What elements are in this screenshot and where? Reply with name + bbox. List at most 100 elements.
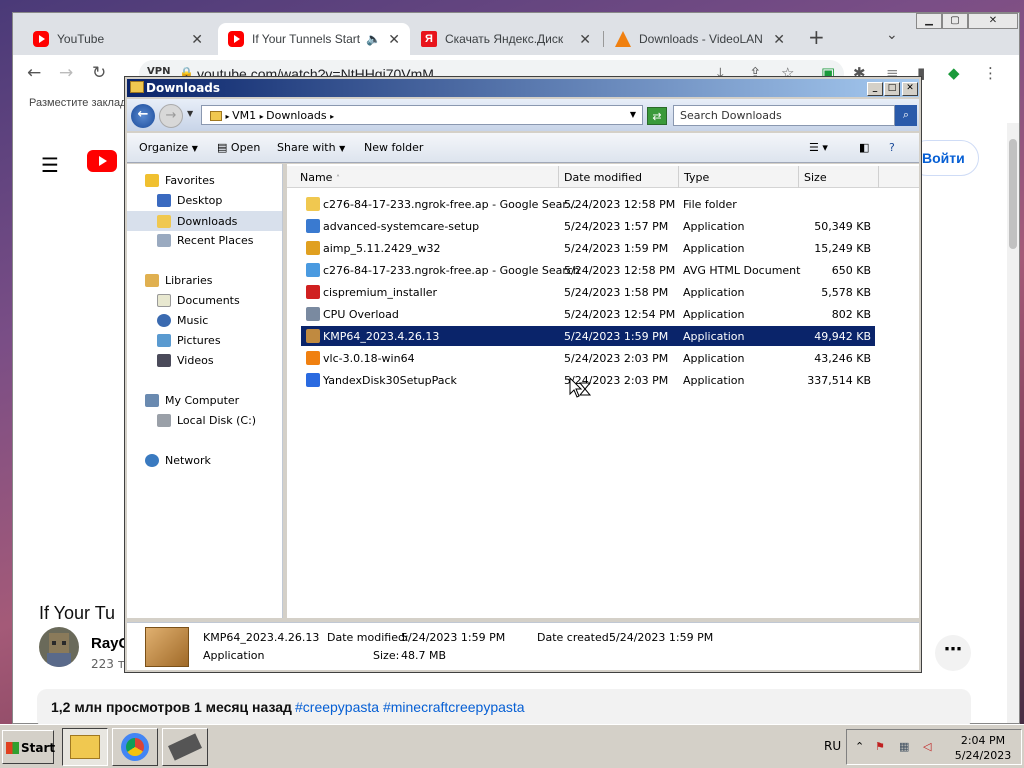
column-date-modified[interactable]: Date modified	[559, 166, 679, 188]
nav-documents[interactable]: Documents	[157, 294, 240, 307]
shield-icon[interactable]: ◆	[948, 64, 960, 82]
tab-video[interactable]: If Your Tunnels Start 🔈 ✕	[218, 23, 410, 55]
maximize-button[interactable]: ▢	[942, 13, 968, 29]
clock[interactable]: 2:04 PM 5/24/2023	[947, 733, 1019, 763]
volume-muted-icon[interactable]: ◁	[923, 740, 931, 753]
command-bar: Organize ▼ ▤ Open Share with ▼ New folde…	[127, 133, 919, 163]
menu-dots-icon[interactable]: ⋮	[983, 64, 998, 82]
file-size: 15,249 KB	[814, 242, 871, 255]
nav-label: Videos	[177, 354, 214, 367]
file-row[interactable]: c276-84-17-233.ngrok-free.ap - Google Se…	[301, 260, 875, 280]
scrollbar-thumb[interactable]	[1009, 139, 1017, 249]
breadcrumb-vm1[interactable]: VM1	[232, 109, 256, 122]
tab-videolan[interactable]: Downloads - VideoLAN ✕	[605, 23, 795, 55]
file-row[interactable]: aimp_5.11.2429_w32 5/24/2023 1:59 PM Appli…	[301, 238, 875, 258]
column-type[interactable]: Type	[679, 166, 799, 188]
avatar[interactable]	[39, 627, 79, 667]
share-with-button[interactable]: Share with ▼	[277, 141, 345, 154]
help-icon[interactable]: ?	[889, 141, 895, 154]
taskbar-chrome[interactable]	[112, 728, 158, 766]
file-type: Application	[683, 330, 745, 343]
file-row[interactable]: CPU Overload 5/24/2023 12:54 PM Applicatio…	[301, 304, 875, 324]
language-indicator[interactable]: RU	[824, 739, 841, 753]
forward-icon[interactable]: →	[59, 63, 73, 83]
column-headers: Name ˄ Date modified Type Size	[287, 166, 919, 188]
more-actions-button[interactable]: ⋯	[935, 635, 971, 671]
close-icon[interactable]: ✕	[191, 31, 203, 48]
start-button[interactable]: Start	[2, 730, 55, 764]
chevron-right-icon[interactable]: ▸	[330, 112, 334, 121]
file-size: 49,942 KB	[814, 330, 871, 343]
preview-pane-icon[interactable]: ◧	[859, 141, 869, 154]
description-box[interactable]: 1,2 млн просмотров 1 месяц назад #creepy…	[37, 689, 971, 729]
action-center-icon[interactable]: ⚑	[875, 740, 885, 753]
file-date: 5/24/2023 12:58 PM	[564, 198, 676, 211]
column-name[interactable]: Name ˄	[295, 166, 559, 188]
nav-label: Desktop	[177, 194, 223, 207]
file-row[interactable]: cispremium_installer 5/24/2023 1:58 PM App…	[301, 282, 875, 302]
new-folder-button[interactable]: New folder	[364, 141, 423, 154]
minimize-button[interactable]: ▁	[916, 13, 942, 29]
view-options-icon[interactable]: ☰ ▾	[809, 141, 828, 154]
tab-yandex[interactable]: Я Скачать Яндекс.Диск ✕	[411, 23, 601, 55]
search-input[interactable]: Search Downloads	[673, 105, 895, 126]
nav-desktop[interactable]: Desktop	[157, 194, 222, 207]
nav-label: Favorites	[165, 174, 215, 187]
file-row[interactable]: KMP64_2023.4.26.13 5/24/2023 1:59 PM Appli…	[301, 326, 875, 346]
nav-my-computer[interactable]: My Computer	[145, 394, 239, 407]
file-row[interactable]: advanced-systemcare-setup 5/24/2023 1:57 …	[301, 216, 875, 236]
nav-network[interactable]: Network	[145, 454, 211, 467]
nav-pictures[interactable]: Pictures	[157, 334, 221, 347]
breadcrumb-downloads[interactable]: Downloads	[266, 109, 326, 122]
reload-icon[interactable]: ↻	[92, 63, 106, 83]
nav-videos[interactable]: Videos	[157, 354, 214, 367]
page-scrollbar[interactable]	[1007, 123, 1019, 723]
close-window-button[interactable]: ✕	[968, 13, 1018, 29]
taskbar-device[interactable]	[162, 728, 208, 766]
chevron-down-icon[interactable]: ▼	[630, 110, 636, 119]
back-button[interactable]: ←	[131, 104, 155, 128]
youtube-logo-icon[interactable]	[87, 150, 117, 172]
network-status-icon[interactable]: ▦	[899, 740, 909, 753]
nav-music[interactable]: Music	[157, 314, 208, 327]
new-tab-button[interactable]: +	[808, 25, 825, 49]
column-size[interactable]: Size	[799, 166, 879, 188]
nav-label: My Computer	[165, 394, 240, 407]
organize-button[interactable]: Organize ▼	[139, 141, 198, 154]
file-row[interactable]: c276-84-17-233.ngrok-free.ap - Google Se…	[301, 194, 875, 214]
hashtags[interactable]: #creepypasta #minecraftcreepypasta	[295, 699, 525, 715]
nav-label: Music	[177, 314, 209, 327]
close-icon[interactable]: ✕	[773, 31, 785, 48]
breadcrumb[interactable]: ▸ VM1 ▸ Downloads ▸ ▼	[201, 105, 643, 125]
close-icon[interactable]: ✕	[388, 31, 400, 48]
nav-favorites[interactable]: Favorites	[145, 174, 215, 187]
close-button[interactable]: ✕	[902, 82, 918, 96]
refresh-button[interactable]: ⇄	[647, 107, 667, 125]
history-dropdown-icon[interactable]: ▼	[187, 109, 193, 118]
forward-button[interactable]: →	[159, 104, 183, 128]
minimize-button[interactable]: _	[867, 82, 883, 96]
nav-label: Local Disk (C:)	[177, 414, 257, 427]
back-icon[interactable]: ←	[27, 63, 41, 83]
explorer-window: Downloads _ □ ✕ ← → ▼ ▸ VM1 ▸ Downloads …	[124, 76, 922, 673]
file-row[interactable]: vlc-3.0.18-win64 5/24/2023 2:03 PM Applica…	[301, 348, 875, 368]
hamburger-icon[interactable]: ☰	[41, 153, 59, 177]
tab-title: Скачать Яндекс.Диск	[445, 32, 564, 46]
nav-libraries[interactable]: Libraries	[145, 274, 213, 287]
nav-recent-places[interactable]: Recent Places	[157, 234, 254, 247]
tab-youtube[interactable]: YouTube ✕	[23, 23, 213, 55]
nav-local-disk[interactable]: Local Disk (C:)	[157, 414, 256, 427]
close-icon[interactable]: ✕	[579, 31, 591, 48]
tab-search-icon[interactable]: ⌄	[886, 27, 898, 43]
nav-downloads[interactable]: Downloads	[127, 211, 282, 231]
open-button[interactable]: ▤ Open	[217, 141, 260, 154]
documents-icon	[157, 294, 171, 307]
tray-expand-icon[interactable]: ⌃	[855, 740, 864, 753]
pictures-icon	[157, 334, 171, 347]
maximize-button[interactable]: □	[884, 82, 900, 96]
clock-time: 2:04 PM	[960, 734, 1006, 747]
search-icon[interactable]: ⌕	[895, 105, 917, 126]
speaker-icon[interactable]: 🔈	[366, 32, 381, 46]
taskbar-explorer[interactable]	[62, 728, 108, 766]
explorer-titlebar[interactable]: Downloads _ □ ✕	[127, 79, 919, 97]
